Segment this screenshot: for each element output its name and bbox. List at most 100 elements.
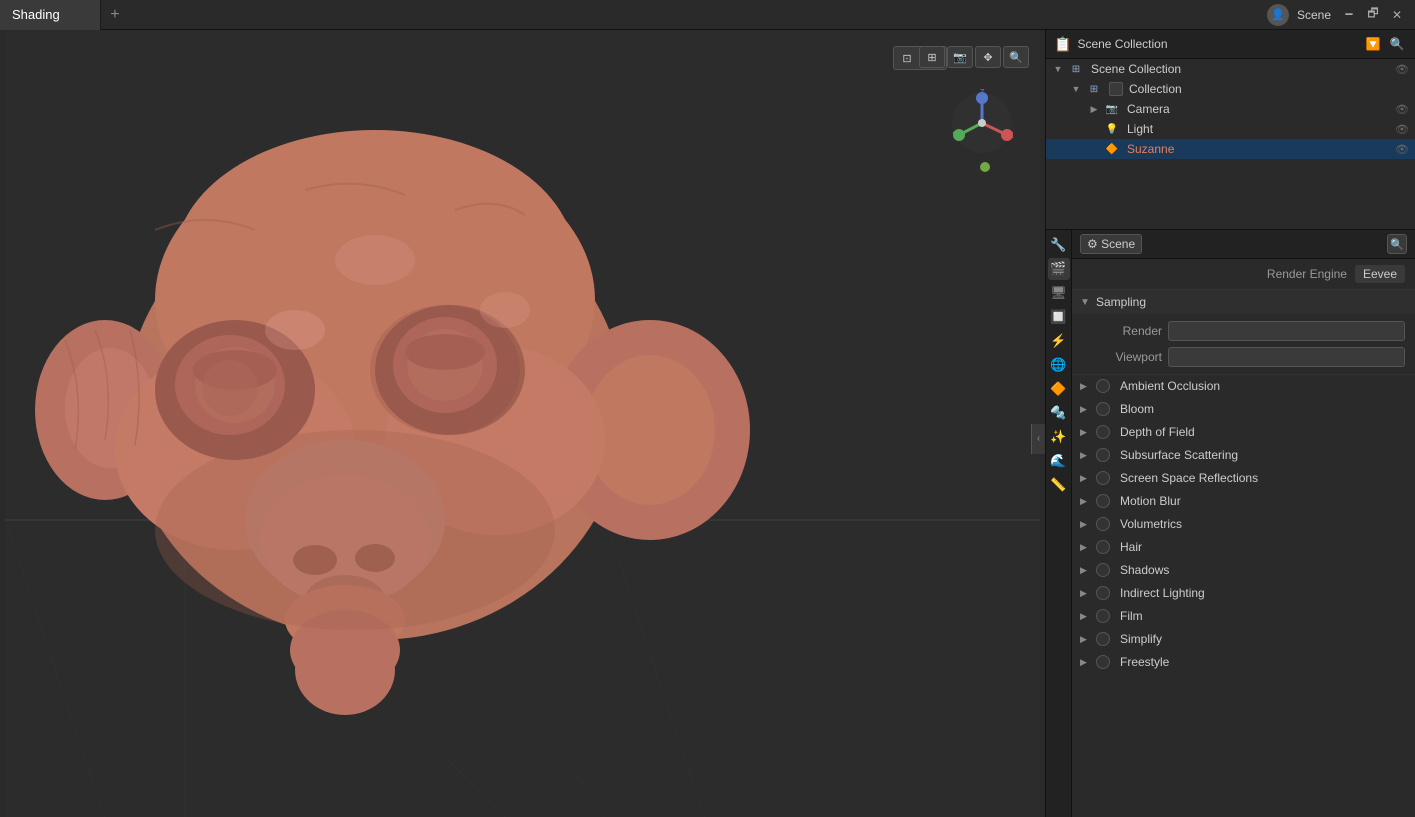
sub-section-header-screen-space-reflections[interactable]: ▶ Screen Space Reflections bbox=[1072, 467, 1415, 489]
sub-section-arrow: ▶ bbox=[1080, 473, 1090, 484]
sub-section-arrow: ▶ bbox=[1080, 519, 1090, 530]
prop-icon-world[interactable]: 🌐 bbox=[1048, 354, 1070, 376]
render-samples-row: Render bbox=[1082, 318, 1405, 344]
scene-header-bar: ⚙ Scene 🔍 bbox=[1072, 230, 1415, 259]
section-toggle[interactable] bbox=[1096, 540, 1110, 554]
user-icon[interactable]: 👤 bbox=[1267, 4, 1289, 26]
sub-section-arrow: ▶ bbox=[1080, 381, 1090, 392]
outliner-filter-btn[interactable]: 🔽 bbox=[1363, 34, 1383, 54]
sub-section-depth-of-field: ▶ Depth of Field bbox=[1072, 421, 1415, 444]
view-perspective-btn[interactable]: ⊞ bbox=[919, 46, 945, 68]
sub-section-arrow: ▶ bbox=[1080, 588, 1090, 599]
section-sampling-header[interactable]: ▼ Sampling bbox=[1072, 290, 1415, 314]
workspace-tab-shading[interactable]: Shading bbox=[0, 0, 101, 30]
section-toggle[interactable] bbox=[1096, 471, 1110, 485]
sub-section-shadows: ▶ Shadows bbox=[1072, 559, 1415, 582]
outliner-item-camera[interactable]: ▶📷Camera👁 bbox=[1046, 99, 1415, 119]
prop-icon-scene[interactable]: ⚡ bbox=[1048, 330, 1070, 352]
obj-name-suzanne: Suzanne bbox=[1127, 142, 1391, 156]
sub-section-simplify: ▶ Simplify bbox=[1072, 628, 1415, 651]
properties-panel: 🔧 🎬 🖥 🔲 ⚡ 🌐 🔶 🔩 ✨ 🌊 📏 ⚙ Scene bbox=[1046, 230, 1415, 817]
viewport-3d[interactable]: ◉ ▾ 🟤 ▾ ⊡ ▾ bbox=[0, 30, 1045, 817]
prop-icon-particles[interactable]: ✨ bbox=[1048, 426, 1070, 448]
outliner-search-btn[interactable]: 🔍 bbox=[1387, 34, 1407, 54]
section-sampling-arrow: ▼ bbox=[1080, 297, 1092, 308]
sub-section-header-bloom[interactable]: ▶ Bloom bbox=[1072, 398, 1415, 420]
sub-section-header-film[interactable]: ▶ Film bbox=[1072, 605, 1415, 627]
section-toggle[interactable] bbox=[1096, 494, 1110, 508]
minimize-button[interactable]: 🗕 bbox=[1339, 5, 1359, 25]
section-toggle[interactable] bbox=[1096, 425, 1110, 439]
visibility-eye-icon[interactable]: 👁 bbox=[1395, 103, 1409, 116]
sub-section-header-indirect-lighting[interactable]: ▶ Indirect Lighting bbox=[1072, 582, 1415, 604]
sub-section-title: Ambient Occlusion bbox=[1120, 379, 1220, 393]
prop-icon-render[interactable]: 🎬 bbox=[1048, 258, 1070, 280]
sub-section-film: ▶ Film bbox=[1072, 605, 1415, 628]
overlay-btn[interactable]: ⊡ bbox=[894, 47, 920, 69]
section-toggle[interactable] bbox=[1096, 379, 1110, 393]
add-tab-button[interactable]: + bbox=[101, 0, 129, 30]
prop-icon-constraints[interactable]: 📏 bbox=[1048, 474, 1070, 496]
svg-text:Y: Y bbox=[952, 131, 958, 140]
render-samples-input[interactable] bbox=[1168, 321, 1405, 341]
main-layout: ◉ ▾ 🟤 ▾ ⊡ ▾ bbox=[0, 30, 1415, 817]
sub-section-header-subsurface-scattering[interactable]: ▶ Subsurface Scattering bbox=[1072, 444, 1415, 466]
viewport-samples-input[interactable] bbox=[1168, 347, 1405, 367]
section-toggle[interactable] bbox=[1096, 609, 1110, 623]
section-toggle[interactable] bbox=[1096, 402, 1110, 416]
viewport-label: Viewport bbox=[1082, 350, 1162, 364]
window-controls: 🗕 🗗 ✕ bbox=[1339, 5, 1407, 25]
visibility-eye-icon[interactable]: 👁 bbox=[1395, 123, 1409, 136]
properties-header-select[interactable]: ⚙ Scene bbox=[1080, 234, 1142, 254]
visibility-eye-icon[interactable]: 👁 bbox=[1395, 143, 1409, 156]
section-toggle[interactable] bbox=[1096, 632, 1110, 646]
outliner-header: 📋 Scene Collection 🔽 🔍 bbox=[1046, 30, 1415, 59]
obj-name-camera: Camera bbox=[1127, 102, 1391, 116]
sub-section-header-freestyle[interactable]: ▶ Freestyle bbox=[1072, 651, 1415, 673]
prop-icon-output[interactable]: 🖥 bbox=[1048, 282, 1070, 304]
sub-section-title: Screen Space Reflections bbox=[1120, 471, 1258, 485]
outliner-item-scene-collection[interactable]: ▼⊞Scene Collection👁 bbox=[1046, 59, 1415, 79]
sub-section-header-volumetrics[interactable]: ▶ Volumetrics bbox=[1072, 513, 1415, 535]
outliner-item-collection[interactable]: ▼⊞Collection bbox=[1046, 79, 1415, 99]
sub-section-header-simplify[interactable]: ▶ Simplify bbox=[1072, 628, 1415, 650]
prop-icon-viewlayer[interactable]: 🔲 bbox=[1048, 306, 1070, 328]
scene-name-value: Scene bbox=[1101, 237, 1135, 251]
section-toggle[interactable] bbox=[1096, 586, 1110, 600]
prop-icon-modifiers[interactable]: 🔩 bbox=[1048, 402, 1070, 424]
properties-content: ⚙ Scene 🔍 Render Engine Eevee ▼ bbox=[1072, 230, 1415, 817]
close-button[interactable]: ✕ bbox=[1387, 5, 1407, 25]
sub-section-freestyle: ▶ Freestyle bbox=[1072, 651, 1415, 674]
outliner-item-suzanne[interactable]: 🔶 Suzanne 👁 bbox=[1046, 139, 1415, 159]
maximize-button[interactable]: 🗗 bbox=[1363, 5, 1383, 25]
collapse-right-button[interactable]: ‹ bbox=[1031, 424, 1045, 454]
prop-icon-physics[interactable]: 🌊 bbox=[1048, 450, 1070, 472]
section-toggle[interactable] bbox=[1096, 517, 1110, 531]
section-sampling-title: Sampling bbox=[1096, 295, 1146, 309]
tree-arrow: ▶ bbox=[1088, 103, 1100, 115]
obj-icon-collection: ⊞ bbox=[1086, 81, 1102, 97]
top-right: 👤 Scene 🗕 🗗 ✕ bbox=[1267, 4, 1415, 26]
section-toggle[interactable] bbox=[1096, 655, 1110, 669]
render-engine-select[interactable]: Eevee bbox=[1355, 265, 1405, 283]
outliner-item-light[interactable]: 💡Light👁 bbox=[1046, 119, 1415, 139]
sub-section-header-depth-of-field[interactable]: ▶ Depth of Field bbox=[1072, 421, 1415, 443]
sub-section-header-shadows[interactable]: ▶ Shadows bbox=[1072, 559, 1415, 581]
section-toggle[interactable] bbox=[1096, 563, 1110, 577]
section-toggle[interactable] bbox=[1096, 448, 1110, 462]
viewport-gizmo[interactable]: Z X Y bbox=[947, 88, 1017, 161]
sub-section-header-ambient-occlusion[interactable]: ▶ Ambient Occlusion bbox=[1072, 375, 1415, 397]
sub-section-title: Film bbox=[1120, 609, 1143, 623]
obj-icon-mesh: 🔶 bbox=[1104, 141, 1120, 157]
properties-search-btn[interactable]: 🔍 bbox=[1387, 234, 1407, 254]
visibility-eye-icon[interactable]: 👁 bbox=[1395, 63, 1409, 76]
prop-icon-object[interactable]: 🔶 bbox=[1048, 378, 1070, 400]
view-pan-btn[interactable]: ✥ bbox=[975, 46, 1001, 68]
sub-section-arrow: ▶ bbox=[1080, 427, 1090, 438]
sub-section-header-hair[interactable]: ▶ Hair bbox=[1072, 536, 1415, 558]
view-camera-btn[interactable]: 📷 bbox=[947, 46, 973, 68]
properties-sidebar: 🔧 🎬 🖥 🔲 ⚡ 🌐 🔶 🔩 ✨ 🌊 📏 bbox=[1046, 230, 1072, 817]
view-zoom-btn[interactable]: 🔍 bbox=[1003, 46, 1029, 68]
sub-section-header-motion-blur[interactable]: ▶ Motion Blur bbox=[1072, 490, 1415, 512]
prop-icon-tools[interactable]: 🔧 bbox=[1048, 234, 1070, 256]
